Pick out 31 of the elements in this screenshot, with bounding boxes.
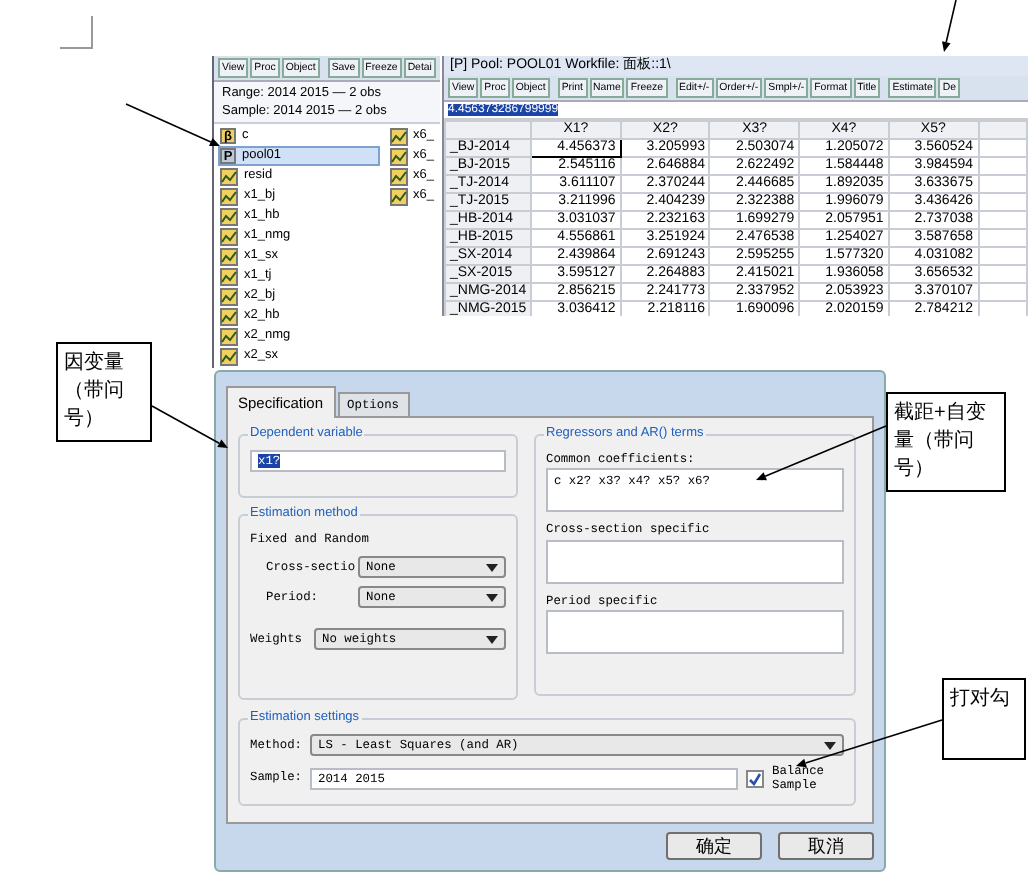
- series-icon: [220, 227, 238, 245]
- callout-note: 截距+自变量（带问号）: [886, 392, 1006, 492]
- crop-mark: [59, 15, 93, 49]
- arrow: [151, 405, 228, 448]
- dropdown-caret-icon: [486, 593, 498, 602]
- checkbox[interactable]: [746, 769, 764, 787]
- dropdown-caret-icon: [486, 635, 498, 644]
- series-icon: [389, 187, 408, 205]
- arrow: [942, 0, 957, 52]
- series-icon: [389, 167, 408, 185]
- series-icon: [220, 347, 238, 365]
- dialog-button[interactable]: 取消: [778, 832, 874, 860]
- dropdown-caret-icon: [824, 741, 836, 749]
- series-icon: [220, 307, 238, 325]
- series-icon: [389, 147, 408, 165]
- text-area[interactable]: [546, 609, 844, 654]
- series-icon: [220, 287, 238, 305]
- series-icon: [220, 247, 238, 265]
- text-area[interactable]: [546, 539, 844, 584]
- series-icon: [220, 187, 238, 205]
- callout-note: 因变量（带问号）: [56, 342, 152, 442]
- dialog-button[interactable]: 确定: [666, 832, 762, 860]
- arrow: [756, 425, 887, 481]
- series-icon: [389, 127, 408, 145]
- callout-note: 打对勾: [942, 678, 1026, 760]
- series-icon: [220, 327, 238, 345]
- series-icon: [220, 167, 238, 185]
- series-icon: [220, 267, 238, 285]
- dropdown-caret-icon: [486, 563, 498, 572]
- series-icon: [220, 207, 238, 225]
- arrow: [125, 103, 220, 146]
